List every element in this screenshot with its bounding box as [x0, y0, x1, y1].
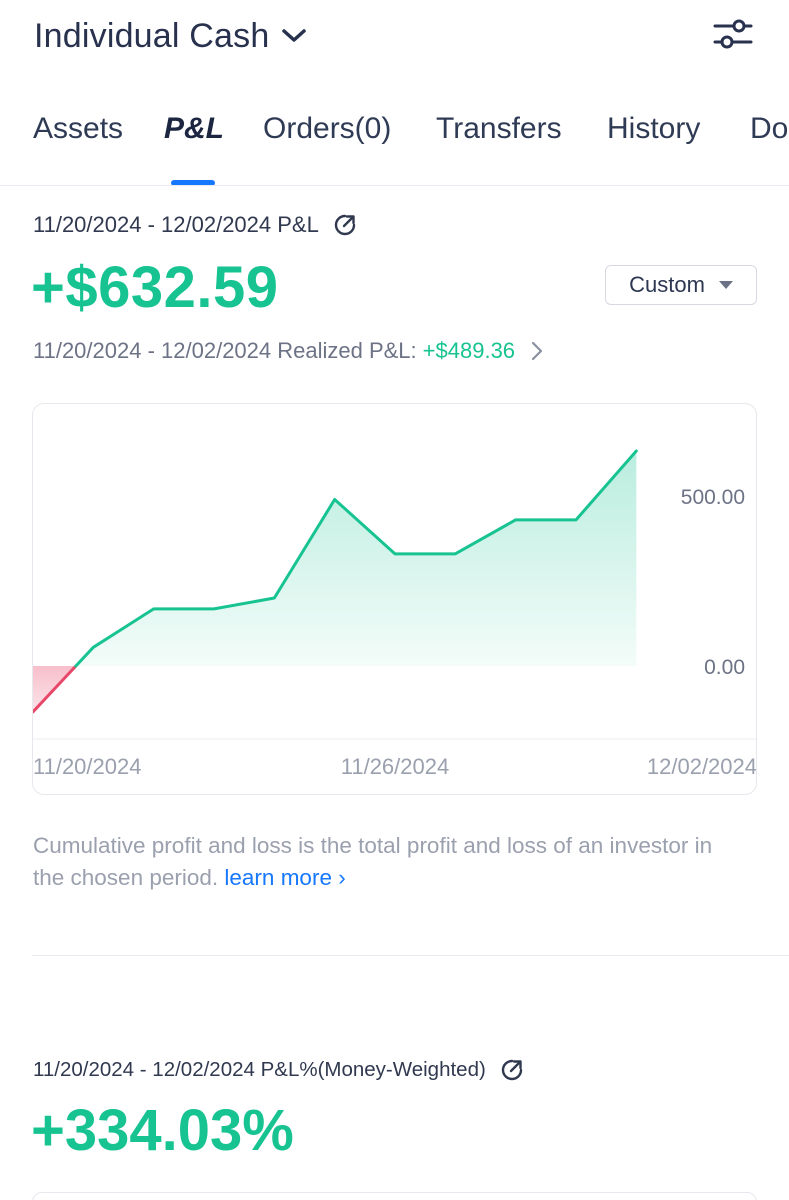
share-icon[interactable]	[333, 213, 357, 237]
pnl-range-label: 11/20/2024 - 12/02/2024 P&L	[33, 212, 319, 237]
section-divider	[32, 955, 789, 956]
realized-pnl-label: 11/20/2024 - 12/02/2024 Realized P&L:	[33, 338, 417, 363]
pnl-chart[interactable]: 500.00 0.00 11/20/2024 11/26/2024 12/02/2024	[32, 403, 757, 795]
tab-documents[interactable]: Do	[750, 112, 788, 146]
realized-pnl-row[interactable]: 11/20/2024 - 12/02/2024 Realized P&L: +$…	[33, 337, 543, 365]
pnl-range-row: 11/20/2024 - 12/02/2024 P&L	[33, 210, 357, 240]
tab-bar: Assets P&L Orders(0) Transfers History D…	[0, 100, 789, 186]
account-selector[interactable]: Individual Cash	[34, 14, 307, 58]
learn-more-label: learn more	[224, 865, 332, 890]
chevron-right-icon	[531, 341, 543, 361]
tab-transfers[interactable]: Transfers	[436, 112, 562, 146]
pnl-pct-range-row: 11/20/2024 - 12/02/2024 P&L%(Money-Weigh…	[33, 1055, 524, 1085]
learn-more-link[interactable]: learn more ›	[224, 865, 345, 890]
header: Individual Cash	[0, 0, 789, 78]
tab-history[interactable]: History	[607, 112, 700, 146]
period-selector[interactable]: Custom	[605, 265, 757, 305]
y-tick-label: 500.00	[681, 486, 745, 509]
tab-assets[interactable]: Assets	[33, 112, 123, 146]
y-tick-label: 0.00	[704, 656, 745, 679]
settings-button[interactable]	[710, 14, 756, 58]
pnl-footnote: Cumulative profit and loss is the total …	[33, 830, 733, 894]
tab-pnl[interactable]: P&L	[164, 112, 224, 146]
pnl-pct-range-label: 11/20/2024 - 12/02/2024 P&L%(Money-Weigh…	[33, 1058, 486, 1081]
pnl-pct-value: +334.03%	[31, 1098, 294, 1163]
pnl-positive-area	[75, 451, 637, 666]
x-tick-label: 11/20/2024	[33, 754, 141, 779]
account-title: Individual Cash	[34, 16, 270, 55]
pnl-pct-chart[interactable]	[32, 1192, 757, 1200]
realized-pnl-value: +$489.36	[422, 338, 516, 363]
pnl-screen: Individual Cash Assets P&L Orders(0) Tra…	[0, 0, 789, 1200]
active-tab-indicator	[171, 180, 215, 185]
x-tick-label: 12/02/2024	[647, 754, 757, 779]
x-tick-label: 11/26/2024	[341, 754, 449, 779]
pnl-total-value: +$632.59	[31, 255, 279, 320]
period-selector-label: Custom	[629, 272, 705, 297]
tab-orders[interactable]: Orders(0)	[263, 112, 391, 146]
share-icon[interactable]	[500, 1058, 524, 1082]
chevron-down-icon	[281, 28, 307, 49]
sliders-icon	[712, 16, 754, 57]
pnl-chart-svg: 500.00 0.00 11/20/2024 11/26/2024 12/02/2024	[33, 449, 757, 779]
caret-down-icon	[718, 281, 733, 289]
footnote-text: Cumulative profit and loss is the total …	[33, 833, 713, 890]
